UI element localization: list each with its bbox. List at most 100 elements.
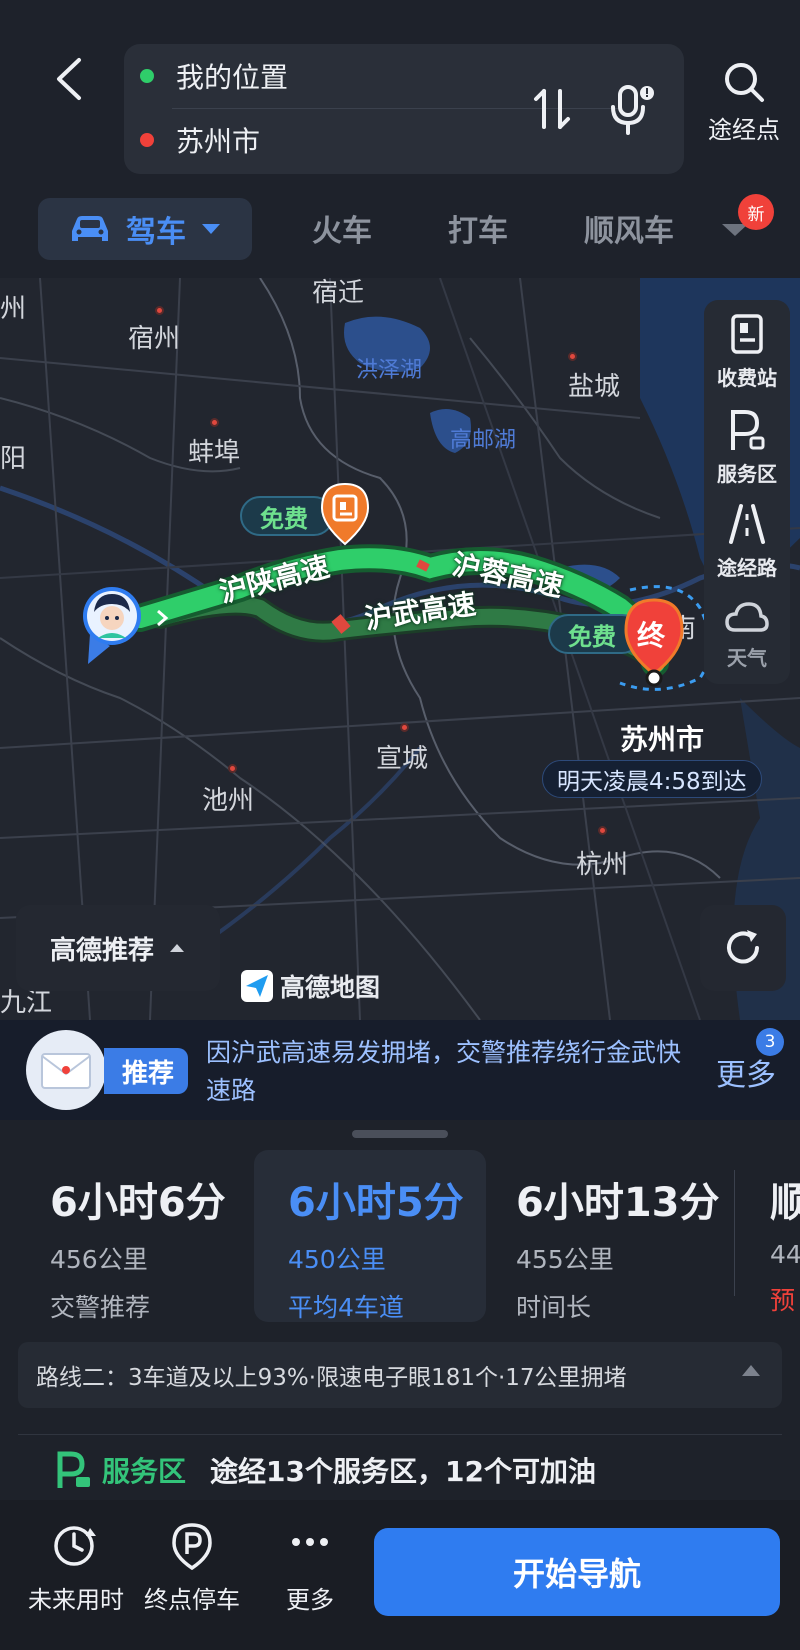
panel-divider xyxy=(18,1434,782,1435)
route-time: 6小时6分 xyxy=(50,1180,226,1226)
origin-dot-icon xyxy=(140,69,154,83)
route-distance: 456公里 xyxy=(50,1245,148,1274)
swap-icon xyxy=(534,89,570,129)
toll-station-icon xyxy=(731,314,763,354)
header: 我的位置 苏州市 途经点 驾车 火车 打车 顺风车 新 xyxy=(0,0,800,278)
city-dot xyxy=(400,723,409,732)
microphone-icon xyxy=(611,85,654,135)
road-icon xyxy=(729,504,765,544)
destination-parking-button[interactable]: 终点停车 xyxy=(132,1522,252,1615)
destination-field[interactable]: 苏州市 xyxy=(140,110,260,170)
mode-tabs: 驾车 火车 打车 顺风车 xyxy=(0,196,800,264)
route-distance: 44 xyxy=(770,1240,800,1269)
city-dot xyxy=(228,764,237,773)
weather-label: 天气 xyxy=(727,646,767,670)
city-label: 蚌埠 xyxy=(188,438,241,468)
route-time: 6小时5分 xyxy=(288,1180,464,1226)
start-navigation-button[interactable]: 开始导航 xyxy=(374,1528,780,1616)
weather-button[interactable]: 天气 xyxy=(704,596,790,692)
back-arrow-icon xyxy=(57,58,81,100)
search-icon xyxy=(725,63,764,102)
city-label: 州 xyxy=(0,294,27,324)
route-preference-button[interactable]: 高德推荐 xyxy=(16,905,220,991)
toll-marker-icon[interactable] xyxy=(318,482,372,546)
origin-field[interactable]: 我的位置 xyxy=(140,46,288,106)
notice-count-badge: 3 xyxy=(756,1028,784,1056)
drag-handle[interactable] xyxy=(352,1130,448,1138)
car-icon xyxy=(72,216,108,241)
amap-logo-icon xyxy=(241,970,273,1002)
lake-label: 洪泽湖 xyxy=(356,358,423,383)
start-avatar-marker[interactable] xyxy=(80,584,144,666)
envelope-icon xyxy=(26,1030,106,1110)
route-distance: 455公里 xyxy=(516,1245,614,1274)
destination-parking-label: 终点停车 xyxy=(144,1586,240,1614)
arrival-time-text: 明天凌晨4:58到达 xyxy=(557,769,747,795)
city-label: 宣城 xyxy=(376,744,429,774)
map-logo: 高德地图 xyxy=(240,968,380,1004)
route-detail-bar[interactable]: 路线二：3车道及以上93%·限速电子眼181个·17公里拥堵 xyxy=(18,1342,782,1408)
avatar-icon xyxy=(83,587,141,664)
parking-service-icon xyxy=(57,1451,90,1488)
tab-drive-label: 驾车 xyxy=(126,215,186,250)
waypoint-button[interactable]: 途经点 xyxy=(696,60,792,156)
tab-carpool[interactable]: 顺风车 xyxy=(584,206,674,250)
destination-marker[interactable]: 终 xyxy=(622,598,686,688)
city-dot xyxy=(598,826,607,835)
caret-up-icon xyxy=(742,1365,760,1376)
caret-up-icon xyxy=(170,944,184,952)
future-time-button[interactable]: 未来用时 xyxy=(16,1522,136,1615)
destination-dot-icon xyxy=(140,133,154,147)
back-button[interactable] xyxy=(40,46,96,112)
route-option-2[interactable]: 6小时5分 450公里 平均4车道 xyxy=(254,1150,486,1322)
more-options-button[interactable]: 更多 xyxy=(250,1522,370,1615)
free-toll-text: 免费 xyxy=(568,622,616,651)
service-area-text: 途经13个服务区，12个可加油 xyxy=(210,1455,596,1488)
destination-marker-text: 终 xyxy=(637,619,666,652)
tab-taxi[interactable]: 打车 xyxy=(448,206,508,250)
route-note: 平均4车道 xyxy=(288,1293,404,1322)
clock-icon xyxy=(54,1526,96,1566)
cloud-icon xyxy=(725,602,769,632)
notice-more-button[interactable]: 更多 xyxy=(716,1050,776,1094)
city-label: 杭州 xyxy=(576,850,629,880)
parking-service-icon xyxy=(731,410,765,450)
service-area-tag: 服务区 xyxy=(102,1455,187,1488)
map-logo-text: 高德地图 xyxy=(280,973,381,1002)
future-time-label: 未来用时 xyxy=(28,1586,124,1614)
route-option-3[interactable]: 6小时13分 455公里 时间长 xyxy=(496,1150,728,1322)
route-panel: 6小时6分 456公里 交警推荐 6小时5分 450公里 平均4车道 6小时13… xyxy=(0,1120,800,1500)
toll-station-label: 收费站 xyxy=(717,366,777,390)
route-option-1[interactable]: 6小时6分 456公里 交警推荐 xyxy=(30,1150,262,1322)
route-time: 6小时13分 xyxy=(516,1180,720,1226)
map-side-toolbar: 收费站 服务区 途经路 天气 xyxy=(704,300,790,684)
arrival-time-pill: 明天凌晨4:58到达 xyxy=(542,760,762,798)
tab-train[interactable]: 火车 xyxy=(312,206,372,250)
route-option-4[interactable]: 顺 44 预付 xyxy=(750,1150,800,1322)
caret-down-icon xyxy=(202,224,220,234)
service-area-button[interactable]: 服务区 xyxy=(704,408,790,504)
city-dot xyxy=(155,306,164,315)
service-area-row[interactable]: 服务区 途经13个服务区，12个可加油 xyxy=(54,1450,596,1490)
via-road-button[interactable]: 途经路 xyxy=(704,502,790,598)
card-divider xyxy=(734,1170,735,1296)
toll-station-button[interactable]: 收费站 xyxy=(704,312,790,408)
city-label: 宿州 xyxy=(128,324,181,354)
origin-text: 我的位置 xyxy=(176,61,289,94)
swap-button[interactable] xyxy=(528,82,576,136)
route-note: 交警推荐 xyxy=(50,1293,151,1322)
lake-label: 高邮湖 xyxy=(450,428,517,453)
waypoint-label: 途经点 xyxy=(708,116,780,144)
bottom-action-bar: 未来用时 终点停车 更多 开始导航 xyxy=(0,1500,800,1650)
tab-drive[interactable]: 驾车 xyxy=(38,198,252,260)
voice-button[interactable] xyxy=(604,80,660,140)
city-dot xyxy=(568,352,577,361)
start-navigation-label: 开始导航 xyxy=(512,1555,641,1593)
refresh-button[interactable] xyxy=(700,905,786,991)
destination-text: 苏州市 xyxy=(176,125,261,158)
map-view[interactable]: 州 宿迁 宿州 洪泽湖 盐城 高邮湖 蚌埠 阳 南 宣城 池州 杭州 九江 沪陕… xyxy=(0,278,800,1020)
recommend-tag: 推荐 xyxy=(104,1048,189,1094)
more-options-label: 更多 xyxy=(286,1586,334,1614)
recommendation-notice[interactable]: 推荐 因沪武高速易发拥堵，交警推荐绕行金武快速路 更多 3 xyxy=(0,1020,800,1120)
city-label: 宿迁 xyxy=(312,278,365,308)
